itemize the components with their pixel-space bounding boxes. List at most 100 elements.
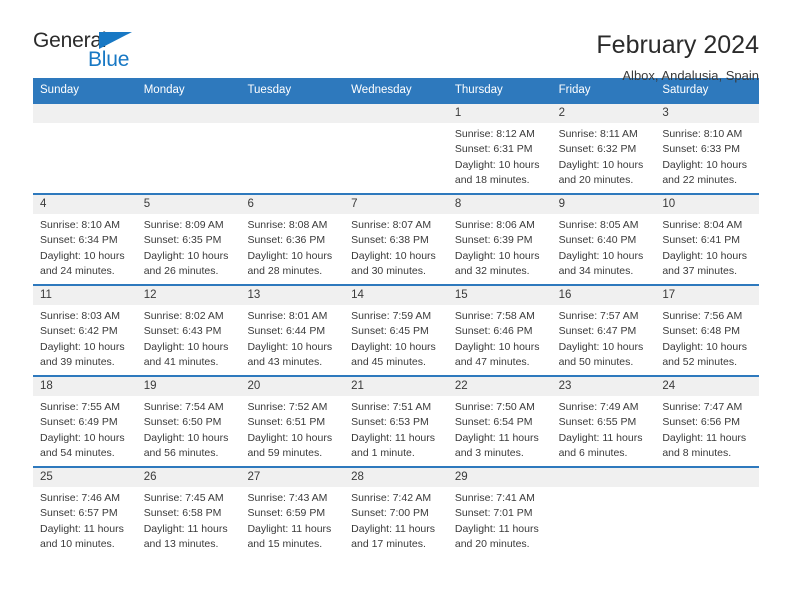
sunset-text: Sunset: 6:53 PM (351, 416, 429, 429)
calendar-day-cell[interactable]: 4 Sunrise: 8:10 AM Sunset: 6:34 PM Daylight… (33, 194, 137, 284)
calendar-day-cell[interactable]: 20 Sunrise: 7:52 AM Sunset: 6:51 PM Dayligh… (240, 376, 345, 466)
calendar-day-cell[interactable]: 16 Sunrise: 7:57 AM Sunset: 6:47 PM Dayligh… (551, 285, 656, 375)
sunrise-text: Sunrise: 7:59 AM (351, 309, 432, 322)
calendar-day-cell[interactable]: 10 Sunrise: 8:04 AM Sunset: 6:41 PM Dayligh… (655, 194, 760, 284)
daylight-text-line2: and 47 minutes. (454, 356, 530, 369)
daylight-text-line1: Daylight: 11 hours (40, 522, 124, 535)
calendar-day-cell[interactable]: 12 Sunrise: 8:02 AM Sunset: 6:43 PM Dayligh… (136, 285, 241, 375)
calendar-day-cell[interactable]: 8 Sunrise: 8:06 AM Sunset: 6:39 PM Daylight… (447, 194, 552, 284)
sunrise-text: Sunrise: 7:54 AM (143, 400, 224, 413)
sunset-text: Sunset: 6:36 PM (247, 234, 326, 247)
daylight-text-line1: Daylight: 11 hours (662, 431, 747, 444)
calendar-day-cell[interactable]: 9 Sunrise: 8:05 AM Sunset: 6:40 PM Daylight… (551, 194, 656, 284)
day-number: 11 (33, 285, 137, 305)
sunset-text: Sunset: 6:55 PM (558, 416, 637, 429)
weekday-header-friday: Friday (558, 84, 591, 96)
sunset-text: Sunset: 6:32 PM (558, 143, 637, 156)
calendar-day-cell[interactable]: 23 Sunrise: 7:49 AM Sunset: 6:55 PM Dayligh… (551, 376, 656, 466)
calendar-day-cell-empty (344, 103, 448, 193)
sunset-text: Sunset: 7:01 PM (454, 507, 533, 520)
daylight-text-line2: and 43 minutes. (247, 356, 323, 369)
calendar-day-cell[interactable]: 27 Sunrise: 7:43 AM Sunset: 6:59 PM Dayligh… (240, 467, 345, 557)
calendar-day-cell[interactable]: 26 Sunrise: 7:45 AM Sunset: 6:58 PM Dayligh… (136, 467, 241, 557)
calendar-day-cell-empty (240, 103, 345, 193)
daylight-text-line1: Daylight: 10 hours (558, 158, 644, 171)
daylight-text-line1: Daylight: 10 hours (351, 340, 436, 353)
calendar-day-cell[interactable]: 3 Sunrise: 8:10 AM Sunset: 6:33 PM Daylight… (655, 103, 760, 193)
sunset-text: Sunset: 6:34 PM (40, 234, 118, 247)
calendar-day-cell[interactable]: 1 Sunrise: 8:12 AM Sunset: 6:31 PM Daylight… (447, 103, 552, 193)
calendar-day-cell[interactable]: 17 Sunrise: 7:56 AM Sunset: 6:48 PM Dayligh… (655, 285, 760, 375)
calendar-page: General Blue February 2024 Albox, Andalu… (0, 0, 792, 612)
calendar-day-cell[interactable]: 24 Sunrise: 7:47 AM Sunset: 6:56 PM Dayligh… (655, 376, 760, 466)
sunset-text: Sunset: 6:44 PM (247, 325, 326, 338)
sunrise-text: Sunrise: 7:50 AM (454, 400, 535, 413)
sunrise-text: Sunrise: 8:12 AM (454, 127, 535, 140)
weekday-header-sunday: Sunday (40, 84, 80, 96)
calendar-day-cell[interactable]: 14 Sunrise: 7:59 AM Sunset: 6:45 PM Dayligh… (344, 285, 448, 375)
daylight-text-line1: Daylight: 10 hours (454, 158, 540, 171)
calendar-day-cell[interactable]: 22 Sunrise: 7:50 AM Sunset: 6:54 PM Dayligh… (447, 376, 552, 466)
calendar-day-cell[interactable]: 11 Sunrise: 8:03 AM Sunset: 6:42 PM Dayligh… (33, 285, 137, 375)
calendar-day-cell[interactable]: 25 Sunrise: 7:46 AM Sunset: 6:57 PM Dayligh… (33, 467, 137, 557)
day-number: 12 (136, 285, 241, 305)
calendar-day-cell[interactable]: 5 Sunrise: 8:09 AM Sunset: 6:35 PM Daylight… (136, 194, 241, 284)
calendar-day-cell[interactable]: 6 Sunrise: 8:08 AM Sunset: 6:36 PM Daylight… (240, 194, 345, 284)
calendar-day-cell-empty (33, 103, 137, 193)
daylight-text-line2: and 45 minutes. (351, 356, 426, 369)
page-title: February 2024 (596, 31, 759, 59)
weekday-header-row: Sunday Monday Tuesday Wednesday Thursday Frid… (33, 78, 759, 104)
calendar-day-cell[interactable]: 19 Sunrise: 7:54 AM Sunset: 6:50 PM Dayligh… (136, 376, 241, 466)
calendar-day-cell[interactable]: 2 Sunrise: 8:11 AM Sunset: 6:32 PM Daylight… (551, 103, 656, 193)
day-details: Sunrise: 7:57 AM Sunset: 6:47 PM Daylight:… (552, 305, 656, 371)
daylight-text-line2: and 3 minutes. (454, 447, 524, 460)
sunrise-text: Sunrise: 8:07 AM (351, 218, 432, 231)
sunrise-text: Sunrise: 8:03 AM (40, 309, 120, 322)
sunrise-text: Sunrise: 7:41 AM (454, 491, 535, 504)
daylight-text-line1: Daylight: 10 hours (143, 249, 229, 262)
page-header: General Blue February 2024 Albox, Andalu… (33, 0, 759, 83)
sunrise-text: Sunrise: 8:02 AM (143, 309, 224, 322)
day-number: 14 (344, 285, 448, 305)
calendar-day-cell[interactable]: 7 Sunrise: 8:07 AM Sunset: 6:38 PM Daylight… (344, 194, 448, 284)
daylight-text-line1: Daylight: 10 hours (40, 431, 125, 444)
sunrise-text: Sunrise: 8:10 AM (662, 127, 743, 140)
daylight-text-line2: and 17 minutes. (351, 538, 426, 551)
day-details: Sunrise: 8:10 AM Sunset: 6:33 PM Daylight:… (655, 123, 759, 189)
daylight-text-line2: and 15 minutes. (247, 538, 323, 551)
sunrise-text: Sunrise: 8:04 AM (662, 218, 743, 231)
daylight-text-line1: Daylight: 10 hours (40, 340, 125, 353)
calendar-day-cell-empty (655, 467, 760, 557)
day-details: Sunrise: 8:09 AM Sunset: 6:35 PM Daylight:… (137, 214, 241, 280)
sunset-text: Sunset: 6:50 PM (143, 416, 222, 429)
day-number: 10 (655, 194, 760, 214)
day-number: 6 (240, 194, 345, 214)
day-details: Sunrise: 8:05 AM Sunset: 6:40 PM Daylight:… (552, 214, 656, 280)
general-blue-logo[interactable]: General Blue (33, 30, 153, 76)
calendar-day-cell[interactable]: 29 Sunrise: 7:41 AM Sunset: 7:01 PM Dayligh… (447, 467, 552, 557)
calendar-day-cell-empty (551, 467, 656, 557)
day-details: Sunrise: 7:51 AM Sunset: 6:53 PM Daylight:… (344, 396, 448, 462)
sunrise-text: Sunrise: 7:43 AM (247, 491, 328, 504)
calendar-day-cell[interactable]: 18 Sunrise: 7:55 AM Sunset: 6:49 PM Dayligh… (33, 376, 137, 466)
calendar-day-cell[interactable]: 15 Sunrise: 7:58 AM Sunset: 6:46 PM Dayligh… (447, 285, 552, 375)
daylight-text-line1: Daylight: 10 hours (662, 249, 747, 262)
weekday-header-tuesday: Tuesday (247, 84, 292, 96)
day-number: 17 (655, 285, 760, 305)
day-details: Sunrise: 7:58 AM Sunset: 6:46 PM Daylight:… (448, 305, 552, 371)
calendar-day-cell[interactable]: 13 Sunrise: 8:01 AM Sunset: 6:44 PM Dayligh… (240, 285, 345, 375)
calendar-day-cell[interactable]: 21 Sunrise: 7:51 AM Sunset: 6:53 PM Dayligh… (344, 376, 448, 466)
calendar-week-row: 1 Sunrise: 8:12 AM Sunset: 6:31 PM Daylight… (33, 103, 760, 193)
daylight-text-line1: Daylight: 11 hours (454, 431, 539, 444)
calendar-week-row: 25 Sunrise: 7:46 AM Sunset: 6:57 PM Dayligh… (33, 465, 760, 557)
daylight-text-line1: Daylight: 10 hours (454, 340, 540, 353)
daylight-text-line2: and 34 minutes. (558, 265, 634, 278)
day-details: Sunrise: 7:54 AM Sunset: 6:50 PM Daylight:… (137, 396, 241, 462)
daylight-text-line1: Daylight: 10 hours (351, 249, 436, 262)
day-details: Sunrise: 7:42 AM Sunset: 7:00 PM Daylight:… (344, 487, 448, 553)
day-details: Sunrise: 8:11 AM Sunset: 6:32 PM Daylight:… (552, 123, 656, 189)
calendar-day-cell[interactable]: 28 Sunrise: 7:42 AM Sunset: 7:00 PM Dayligh… (344, 467, 448, 557)
day-details: Sunrise: 7:46 AM Sunset: 6:57 PM Daylight:… (33, 487, 137, 553)
day-number: 19 (136, 376, 241, 396)
sunrise-text: Sunrise: 8:06 AM (454, 218, 535, 231)
